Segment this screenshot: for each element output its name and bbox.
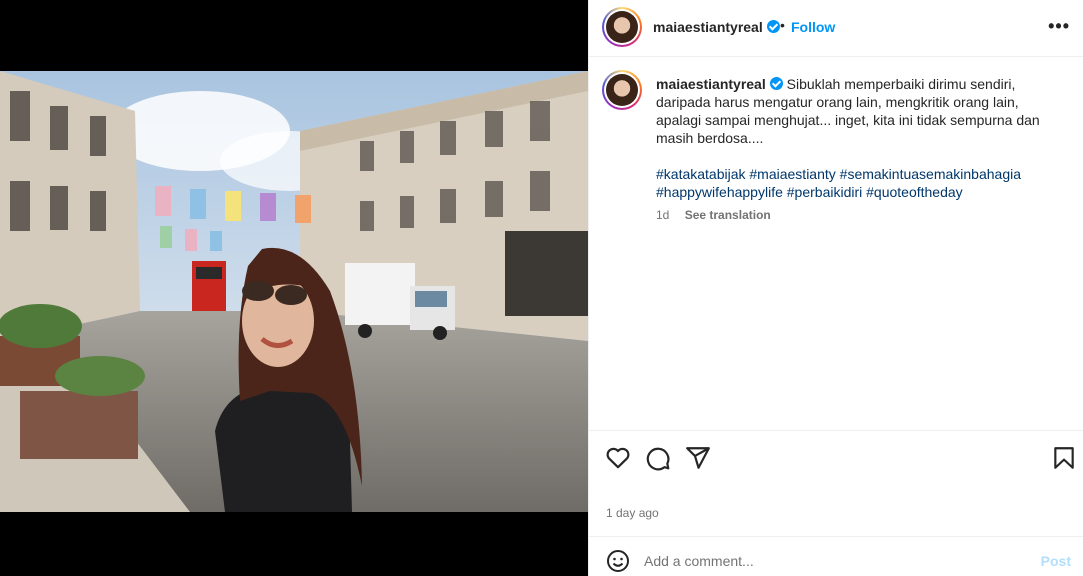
verified-badge-icon xyxy=(766,20,780,33)
media-pane xyxy=(0,0,588,576)
see-translation-button[interactable]: See translation xyxy=(685,208,771,222)
more-horizontal-icon[interactable]: ••• xyxy=(1048,17,1070,35)
comment-bar: Post xyxy=(589,536,1083,576)
post-header: maiaestiantyreal • Follow ••• xyxy=(589,0,1083,57)
post-comment-button[interactable]: Post xyxy=(1041,553,1071,569)
action-bar xyxy=(589,430,1083,485)
comment-input[interactable] xyxy=(644,550,1034,572)
post-side-panel: maiaestiantyreal • Follow ••• maiaestian… xyxy=(588,0,1083,576)
caption-time[interactable]: 1d xyxy=(656,208,669,222)
verified-badge-icon xyxy=(769,77,783,90)
username-link[interactable]: maiaestiantyreal xyxy=(653,19,780,35)
caption-meta: 1d See translation xyxy=(656,208,771,222)
avatar[interactable] xyxy=(602,7,642,47)
avatar[interactable] xyxy=(602,70,642,110)
caption-area: maiaestiantyreal Sibuklah memperbaiki di… xyxy=(589,58,1083,430)
emoji-icon[interactable] xyxy=(606,549,630,573)
follow-button[interactable]: Follow xyxy=(791,19,835,35)
caption-username-link[interactable]: maiaestiantyreal xyxy=(656,76,783,92)
hashtags[interactable]: #katakatabijak #maiaestianty #semakintua… xyxy=(656,165,1051,201)
caption-username-text: maiaestiantyreal xyxy=(656,76,766,92)
street-photo-illustration xyxy=(0,71,588,512)
separator-dot: • xyxy=(780,17,785,33)
send-icon[interactable] xyxy=(685,445,711,471)
caption: maiaestiantyreal Sibuklah memperbaiki di… xyxy=(656,75,1051,201)
post-date[interactable]: 1 day ago xyxy=(606,506,659,520)
username-text: maiaestiantyreal xyxy=(653,19,763,35)
comment-icon[interactable] xyxy=(645,445,671,471)
bookmark-icon[interactable] xyxy=(1051,445,1077,471)
heart-icon[interactable] xyxy=(605,445,631,471)
post-photo[interactable] xyxy=(0,71,588,512)
instagram-post-view: maiaestiantyreal • Follow ••• maiaestian… xyxy=(0,0,1083,576)
